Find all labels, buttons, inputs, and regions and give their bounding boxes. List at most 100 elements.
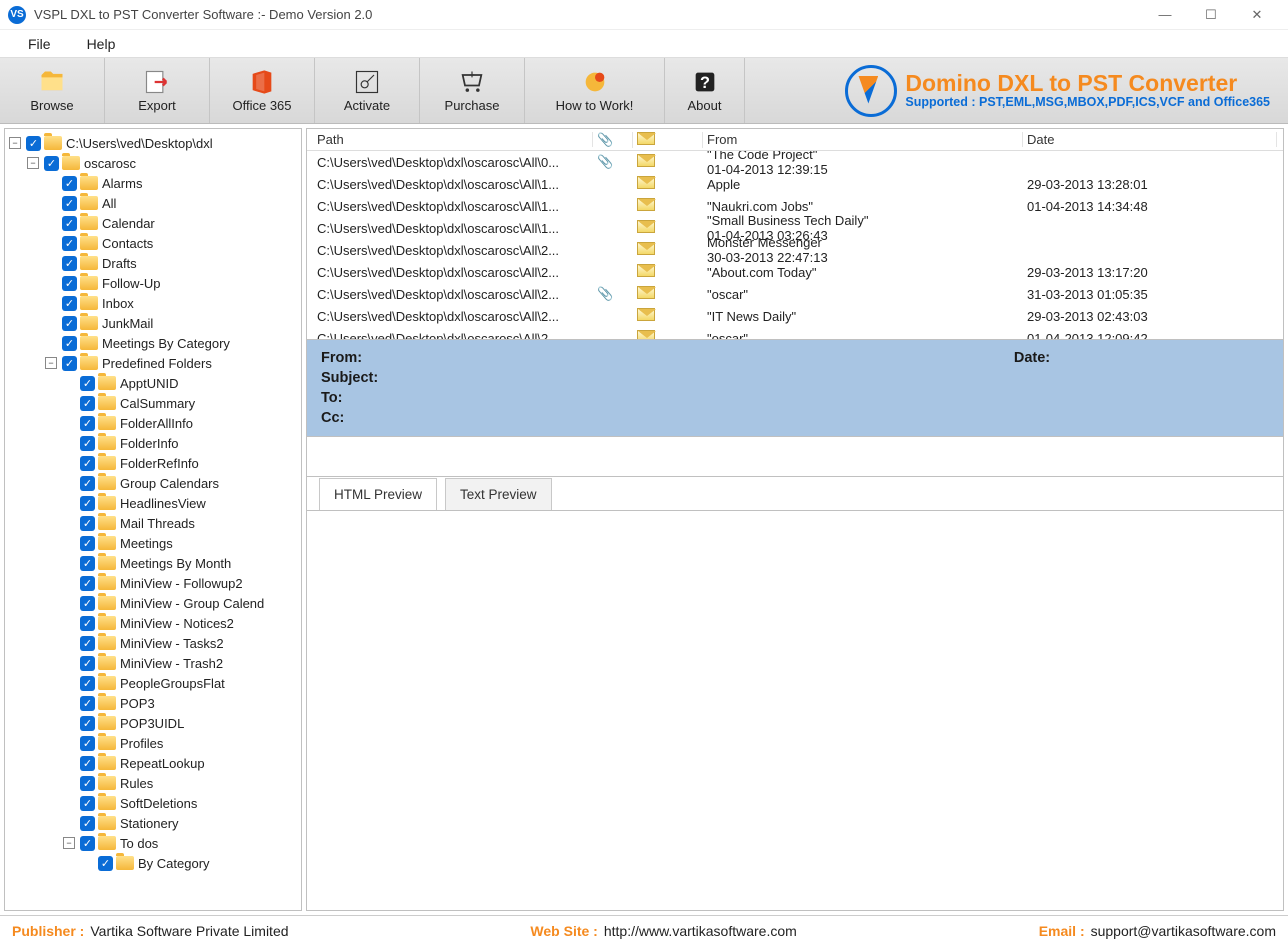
col-envelope[interactable] xyxy=(633,132,703,148)
checkbox-icon[interactable]: ✓ xyxy=(62,176,77,191)
tree-item[interactable]: ✓SoftDeletions xyxy=(7,793,301,813)
tree-item[interactable]: ✓All xyxy=(7,193,301,213)
checkbox-icon[interactable]: ✓ xyxy=(80,816,95,831)
checkbox-icon[interactable]: ✓ xyxy=(62,256,77,271)
tree-item[interactable]: ✓FolderRefInfo xyxy=(7,453,301,473)
tree-item[interactable]: ✓Rules xyxy=(7,773,301,793)
website-value[interactable]: http://www.vartikasoftware.com xyxy=(604,923,797,939)
checkbox-icon[interactable]: ✓ xyxy=(80,436,95,451)
checkbox-icon[interactable]: ✓ xyxy=(62,276,77,291)
office365-button[interactable]: Office 365 xyxy=(210,58,315,123)
browse-button[interactable]: Browse xyxy=(0,58,105,123)
checkbox-icon[interactable]: ✓ xyxy=(80,516,95,531)
tree-item[interactable]: ✓ApptUNID xyxy=(7,373,301,393)
mail-row[interactable]: C:\Users\ved\Desktop\dxl\oscarosc\All\2.… xyxy=(307,283,1283,305)
checkbox-icon[interactable]: ✓ xyxy=(80,556,95,571)
tree-todos[interactable]: −✓To dos xyxy=(7,833,301,853)
checkbox-icon[interactable]: ✓ xyxy=(26,136,41,151)
checkbox-icon[interactable]: ✓ xyxy=(62,316,77,331)
tree-item[interactable]: ✓MiniView - Notices2 xyxy=(7,613,301,633)
tree-item[interactable]: ✓PeopleGroupsFlat xyxy=(7,673,301,693)
checkbox-icon[interactable]: ✓ xyxy=(80,456,95,471)
checkbox-icon[interactable]: ✓ xyxy=(80,796,95,811)
mail-row[interactable]: C:\Users\ved\Desktop\dxl\oscarosc\All\2.… xyxy=(307,327,1283,339)
checkbox-icon[interactable]: ✓ xyxy=(80,476,95,491)
tree-item[interactable]: ✓Stationery xyxy=(7,813,301,833)
menu-file[interactable]: File xyxy=(10,32,69,56)
checkbox-icon[interactable]: ✓ xyxy=(62,336,77,351)
tree-item[interactable]: ✓MiniView - Tasks2 xyxy=(7,633,301,653)
tree-item[interactable]: ✓POP3 xyxy=(7,693,301,713)
tree-user[interactable]: −✓oscarosc xyxy=(7,153,301,173)
checkbox-icon[interactable]: ✓ xyxy=(80,636,95,651)
checkbox-icon[interactable]: ✓ xyxy=(80,696,95,711)
tree-item[interactable]: ✓Inbox xyxy=(7,293,301,313)
tree-item[interactable]: ✓RepeatLookup xyxy=(7,753,301,773)
checkbox-icon[interactable]: ✓ xyxy=(98,856,113,871)
mail-row[interactable]: C:\Users\ved\Desktop\dxl\oscarosc\All\1.… xyxy=(307,173,1283,195)
checkbox-icon[interactable]: ✓ xyxy=(80,416,95,431)
checkbox-icon[interactable]: ✓ xyxy=(62,356,77,371)
tree-item[interactable]: ✓Drafts xyxy=(7,253,301,273)
tree-item[interactable]: ✓Meetings By Category xyxy=(7,333,301,353)
tree-item[interactable]: ✓FolderAllInfo xyxy=(7,413,301,433)
tree-predefined[interactable]: −✓Predefined Folders xyxy=(7,353,301,373)
checkbox-icon[interactable]: ✓ xyxy=(44,156,59,171)
tree-item[interactable]: ✓MiniView - Followup2 xyxy=(7,573,301,593)
mail-row[interactable]: C:\Users\ved\Desktop\dxl\oscarosc\All\2.… xyxy=(307,239,1283,261)
tree-item[interactable]: ✓Follow-Up xyxy=(7,273,301,293)
tree-item[interactable]: ✓Profiles xyxy=(7,733,301,753)
checkbox-icon[interactable]: ✓ xyxy=(62,196,77,211)
tree-item[interactable]: ✓MiniView - Group Calend xyxy=(7,593,301,613)
tree-item[interactable]: ✓CalSummary xyxy=(7,393,301,413)
checkbox-icon[interactable]: ✓ xyxy=(80,576,95,591)
activate-button[interactable]: Activate xyxy=(315,58,420,123)
tree-item[interactable]: ✓Meetings By Month xyxy=(7,553,301,573)
preview-body[interactable] xyxy=(306,511,1284,911)
checkbox-icon[interactable]: ✓ xyxy=(62,296,77,311)
tree-item[interactable]: ✓Group Calendars xyxy=(7,473,301,493)
checkbox-icon[interactable]: ✓ xyxy=(80,656,95,671)
tree-item[interactable]: ✓By Category xyxy=(7,853,301,873)
checkbox-icon[interactable]: ✓ xyxy=(80,756,95,771)
minimize-button[interactable]: — xyxy=(1142,0,1188,30)
email-value[interactable]: support@vartikasoftware.com xyxy=(1091,923,1276,939)
mail-list[interactable]: Path 📎 From Date C:\Users\ved\Desktop\dx… xyxy=(306,128,1284,340)
export-button[interactable]: Export xyxy=(105,58,210,123)
mail-row[interactable]: C:\Users\ved\Desktop\dxl\oscarosc\All\2.… xyxy=(307,261,1283,283)
col-date[interactable]: Date xyxy=(1023,132,1277,147)
tree-item[interactable]: ✓JunkMail xyxy=(7,313,301,333)
checkbox-icon[interactable]: ✓ xyxy=(80,616,95,631)
tree-item[interactable]: ✓HeadlinesView xyxy=(7,493,301,513)
close-button[interactable]: ✕ xyxy=(1234,0,1280,30)
maximize-button[interactable]: ☐ xyxy=(1188,0,1234,30)
checkbox-icon[interactable]: ✓ xyxy=(80,376,95,391)
checkbox-icon[interactable]: ✓ xyxy=(80,676,95,691)
tree-item[interactable]: ✓FolderInfo xyxy=(7,433,301,453)
tree-item[interactable]: ✓MiniView - Trash2 xyxy=(7,653,301,673)
col-attachment[interactable]: 📎 xyxy=(593,132,633,148)
folder-tree[interactable]: −✓C:\Users\ved\Desktop\dxl−✓oscarosc✓Ala… xyxy=(4,128,302,911)
checkbox-icon[interactable]: ✓ xyxy=(80,496,95,511)
tree-item[interactable]: ✓Mail Threads xyxy=(7,513,301,533)
checkbox-icon[interactable]: ✓ xyxy=(62,216,77,231)
col-from[interactable]: From xyxy=(703,132,1023,147)
checkbox-icon[interactable]: ✓ xyxy=(80,776,95,791)
tree-root[interactable]: −✓C:\Users\ved\Desktop\dxl xyxy=(7,133,301,153)
checkbox-icon[interactable]: ✓ xyxy=(80,736,95,751)
checkbox-icon[interactable]: ✓ xyxy=(80,716,95,731)
checkbox-icon[interactable]: ✓ xyxy=(80,396,95,411)
tree-item[interactable]: ✓Meetings xyxy=(7,533,301,553)
tree-item[interactable]: ✓Calendar xyxy=(7,213,301,233)
mail-row[interactable]: C:\Users\ved\Desktop\dxl\oscarosc\All\0.… xyxy=(307,151,1283,173)
tab-text-preview[interactable]: Text Preview xyxy=(445,478,552,510)
howto-button[interactable]: How to Work! xyxy=(525,58,665,123)
menu-help[interactable]: Help xyxy=(69,32,134,56)
about-button[interactable]: ? About xyxy=(665,58,745,123)
checkbox-icon[interactable]: ✓ xyxy=(80,836,95,851)
checkbox-icon[interactable]: ✓ xyxy=(80,536,95,551)
purchase-button[interactable]: Purchase xyxy=(420,58,525,123)
checkbox-icon[interactable]: ✓ xyxy=(62,236,77,251)
tree-item[interactable]: ✓Alarms xyxy=(7,173,301,193)
tab-html-preview[interactable]: HTML Preview xyxy=(319,478,437,510)
